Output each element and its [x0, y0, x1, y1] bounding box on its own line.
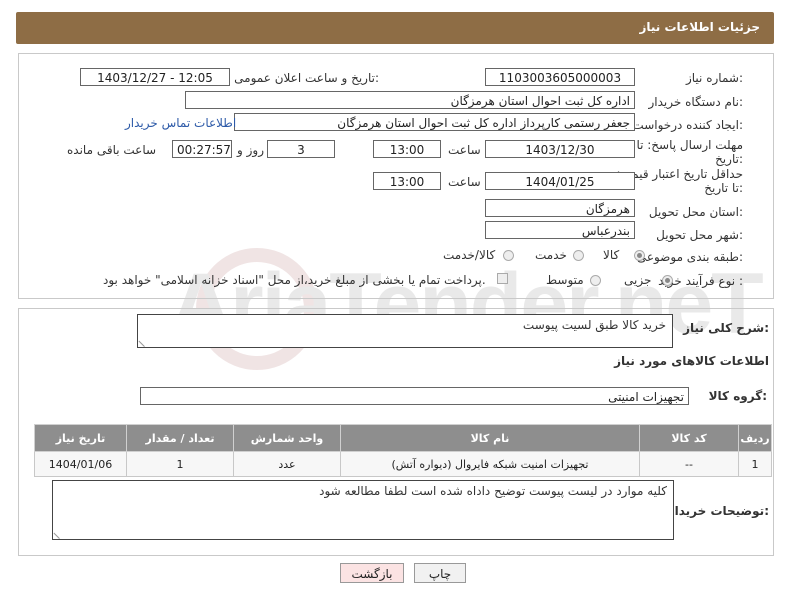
remaining-time-field[interactable]: 00:27:57 [172, 140, 232, 158]
treasury-payment-note: پرداخت تمام یا بخشی از مبلغ خرید،از محل … [103, 273, 486, 287]
delivery-city-label: شهر محل تحویل: [656, 228, 743, 242]
cell-need-date: 1404/01/06 [34, 451, 127, 477]
process-option-medium: متوسط [546, 273, 584, 287]
col-goods-code: کد کالا [639, 424, 739, 452]
treasury-payment-checkbox[interactable] [497, 273, 508, 284]
delivery-province-field[interactable]: هرمزگان [485, 199, 635, 217]
goods-group-field[interactable]: تجهیزات امنیتی [140, 387, 689, 405]
col-unit: واحد شمارش [233, 424, 341, 452]
buyer-org-label: نام دستگاه خریدار: [648, 95, 744, 109]
description-field[interactable]: خرید کالا طبق لسیت پیوست [137, 314, 673, 348]
page-title: جزئیات اطلاعات نیاز [639, 20, 760, 34]
deadline-label: مهلت ارسال پاسخ: تا تاریخ: [636, 138, 743, 166]
cell-row-number: 1 [738, 451, 772, 477]
goods-group-label: گروه کالا: [708, 389, 767, 403]
cell-goods-code: -- [639, 451, 739, 477]
deadline-time-label: ساعت [448, 143, 481, 157]
category-radio-service[interactable] [573, 250, 584, 261]
col-quantity: تعداد / مقدار [126, 424, 234, 452]
deadline-date-field[interactable]: 1403/12/30 [485, 140, 635, 158]
buyer-notes-text: کلیه موارد در لیست پیوست توضیح داداه شده… [319, 484, 667, 498]
category-option-goods-service: کالا/خدمت [443, 248, 496, 262]
cell-goods-name: تجهیزات امنیت شبکه فایروال (دیواره آتش) [340, 451, 640, 477]
days-label: روز و [237, 143, 264, 157]
process-radio-minor[interactable] [662, 275, 673, 286]
need-number-field[interactable]: 1103003605000003 [485, 68, 635, 86]
print-button[interactable]: چاپ [414, 563, 466, 583]
announce-datetime-label: تاریخ و ساعت اعلان عمومی: [234, 71, 379, 85]
remaining-label: ساعت باقی مانده [67, 143, 157, 157]
deadline-time-field[interactable]: 13:00 [373, 140, 441, 158]
requester-label: ایجاد کننده درخواست: [632, 118, 743, 132]
category-radio-goods[interactable] [634, 250, 645, 261]
goods-info-title: اطلاعات کالاهای مورد نیاز [614, 354, 769, 368]
category-label: طبقه بندی موضوعی: [636, 250, 743, 264]
remaining-days-field[interactable]: 3 [267, 140, 335, 158]
delivery-province-label: استان محل تحویل: [648, 205, 743, 219]
need-number-label: شماره نیاز: [685, 71, 743, 85]
col-need-date: تاریخ نیاز [34, 424, 127, 452]
goods-table-header-row: ردیف کد کالا نام کالا واحد شمارش تعداد /… [34, 424, 772, 452]
delivery-city-field[interactable]: بندرعباس [485, 221, 635, 239]
goods-table: ردیف کد کالا نام کالا واحد شمارش تعداد /… [34, 424, 772, 477]
validity-time-label: ساعت [448, 175, 481, 189]
description-text: خرید کالا طبق لسیت پیوست [522, 318, 666, 332]
buyer-notes-label: توضیحات خریدار: [667, 504, 769, 518]
process-radio-medium[interactable] [590, 275, 601, 286]
buyer-contact-link[interactable]: اطلاعات تماس خریدار [125, 116, 236, 130]
cell-unit: عدد [233, 451, 341, 477]
description-label: شرح کلی نیاز: [683, 321, 769, 335]
back-button[interactable]: بازگشت [340, 563, 404, 583]
price-validity-time-field[interactable]: 13:00 [373, 172, 441, 190]
announce-datetime-field[interactable]: 1403/12/27 - 12:05 [80, 68, 230, 86]
buyer-org-field[interactable]: اداره کل ثبت احوال استان هرمزگان [185, 91, 635, 109]
category-option-goods: کالا [603, 248, 620, 262]
process-option-minor: جزیی [624, 273, 652, 287]
requester-field[interactable]: جعفر رستمی کارپرداز اداره کل ثبت احوال ا… [234, 113, 635, 131]
price-validity-date-field[interactable]: 1404/01/25 [485, 172, 635, 190]
col-row-number: ردیف [738, 424, 772, 452]
buyer-notes-field[interactable]: کلیه موارد در لیست پیوست توضیح داداه شده… [52, 480, 674, 540]
resize-grip-icon[interactable] [138, 334, 151, 348]
col-goods-name: نام کالا [340, 424, 640, 452]
category-radio-goods-service[interactable] [503, 250, 514, 261]
category-option-service: خدمت [535, 248, 567, 262]
table-row: 1 -- تجهیزات امنیت شبکه فایروال (دیواره … [34, 451, 772, 477]
cell-quantity: 1 [126, 451, 234, 477]
page-header: جزئیات اطلاعات نیاز [16, 12, 774, 44]
resize-grip-icon[interactable] [53, 526, 66, 540]
